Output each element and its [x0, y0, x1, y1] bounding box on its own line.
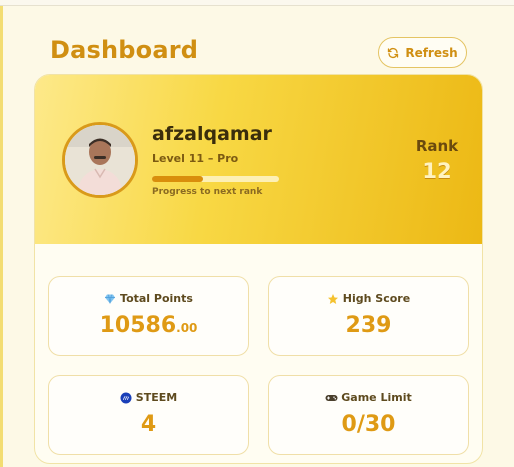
username: afzalqamar: [152, 123, 272, 145]
total-points-label: Total Points: [120, 292, 193, 305]
profile-card: afzalqamar Level 11 – Pro Progress to ne…: [34, 74, 483, 464]
total-points-card: Total Points 10586.00: [48, 276, 249, 356]
steem-value: 4: [140, 412, 157, 437]
top-border: [0, 0, 514, 6]
avatar: [62, 122, 138, 198]
gamepad-icon: [325, 392, 338, 404]
rank-progress-fill: [152, 176, 203, 182]
user-level: Level 11 – Pro: [152, 152, 239, 165]
left-accent-rule: [0, 6, 3, 467]
game-limit-value: 0/30: [341, 412, 396, 437]
profile-hero: afzalqamar Level 11 – Pro Progress to ne…: [35, 75, 482, 244]
refresh-button[interactable]: Refresh: [378, 37, 467, 68]
high-score-card: High Score 239: [268, 276, 469, 356]
steem-icon: [120, 392, 132, 404]
progress-label: Progress to next rank: [152, 187, 263, 197]
total-points-dec: .00: [176, 321, 198, 335]
refresh-icon: [387, 47, 399, 59]
gem-icon: [104, 293, 116, 305]
rank-progress-bar: [152, 176, 279, 182]
total-points-value: 10586.00: [49, 313, 248, 338]
page-title: Dashboard: [50, 36, 199, 64]
refresh-label: Refresh: [405, 45, 458, 60]
rank-label: Rank: [415, 137, 459, 155]
steem-card: STEEM 4: [48, 375, 249, 455]
game-limit-card: Game Limit 0/30: [268, 375, 469, 455]
total-points-int: 10586: [99, 313, 177, 338]
high-score-value: 239: [345, 313, 392, 338]
star-icon: [327, 293, 339, 305]
game-limit-label: Game Limit: [341, 391, 412, 404]
high-score-label: High Score: [342, 292, 411, 305]
steem-label: STEEM: [135, 391, 178, 404]
rank-value: 12: [422, 159, 452, 183]
